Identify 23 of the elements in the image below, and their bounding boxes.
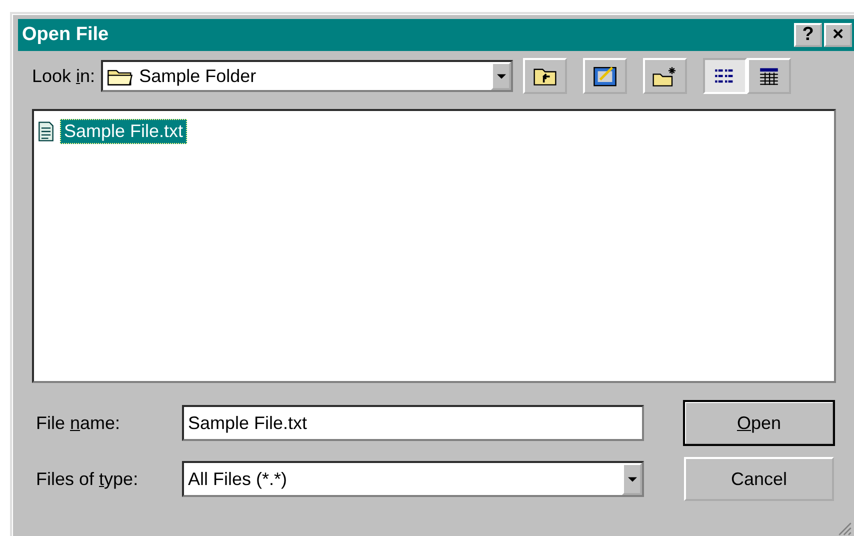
- look-in-label: Look in:: [32, 66, 96, 86]
- file-name-label: File name:: [36, 412, 122, 434]
- new-folder-button[interactable]: [643, 58, 688, 94]
- desktop-button[interactable]: [583, 58, 628, 94]
- up-folder-icon: [533, 66, 558, 86]
- file-type-dropdown[interactable]: All Files (*.*): [182, 461, 644, 497]
- look-in-dropdown[interactable]: Sample Folder: [101, 60, 514, 92]
- file-name-field[interactable]: Sample File.txt: [182, 405, 644, 441]
- up-folder-button[interactable]: [523, 58, 568, 94]
- cancel-button[interactable]: Cancel: [684, 457, 834, 501]
- open-button[interactable]: Open: [684, 401, 834, 445]
- new-folder-icon: [652, 66, 678, 86]
- file-item[interactable]: Sample File.txt: [60, 119, 188, 144]
- list-view-button[interactable]: [703, 58, 748, 94]
- desktop-icon: [593, 65, 618, 87]
- details-view-button[interactable]: [747, 58, 792, 94]
- window-title: Open File: [22, 24, 109, 46]
- file-type-label: Files of type:: [36, 468, 140, 490]
- details-view-icon: [759, 67, 780, 85]
- close-button[interactable]: ×: [824, 23, 852, 47]
- text-file-icon: [38, 121, 54, 142]
- resize-grip-icon[interactable]: [838, 522, 852, 536]
- help-button[interactable]: ?: [794, 23, 822, 47]
